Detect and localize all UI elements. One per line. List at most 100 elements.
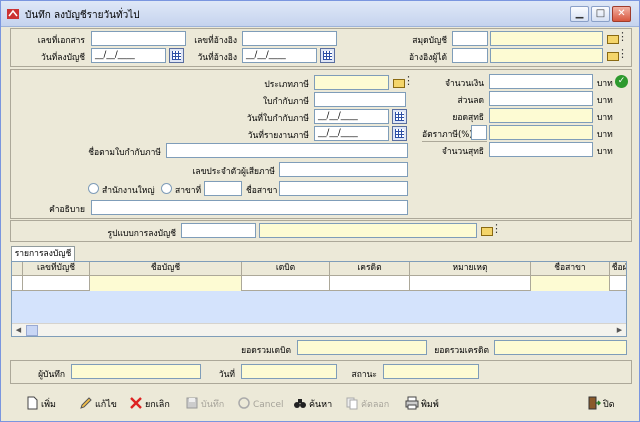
exit-door-icon — [588, 396, 601, 410]
minimize-icon: ▁ — [575, 8, 584, 19]
record-date-label: วันที่ — [218, 370, 235, 380]
cancel-button[interactable]: Cancel — [237, 396, 284, 412]
amount-input[interactable] — [489, 74, 593, 89]
maximize-icon: □ — [595, 8, 606, 19]
edit-button-label: แก้ไข — [95, 400, 117, 410]
cell-remark[interactable] — [410, 276, 531, 291]
posting-format-code-input[interactable] — [181, 223, 256, 238]
table-row[interactable] — [12, 276, 626, 291]
grid-col-account-name[interactable]: ชื่อบัญชี — [90, 262, 242, 276]
save-button-label: บันทึก — [201, 400, 225, 410]
new-document-icon — [27, 396, 38, 410]
copy-icon — [346, 397, 358, 410]
tax-invoice-date-input[interactable]: __/__/____ — [314, 109, 389, 124]
total-credit-label: ยอดรวมเครดิต — [434, 346, 489, 356]
tax-type-lookup-icon[interactable] — [392, 74, 414, 90]
ref-to-lookup-icon[interactable] — [606, 47, 628, 63]
net-total-input — [489, 142, 593, 157]
tax-rate-input[interactable] — [471, 125, 487, 140]
row-selector[interactable] — [12, 276, 23, 291]
cell-account-no[interactable] — [23, 276, 90, 291]
app-icon — [7, 9, 19, 19]
scroll-thumb[interactable] — [26, 325, 38, 336]
ref-no-input[interactable] — [242, 31, 337, 46]
copy-button[interactable]: คัดลอก — [345, 396, 389, 412]
maximize-button[interactable]: □ — [591, 6, 610, 22]
edit-button[interactable]: แก้ไข — [79, 396, 117, 412]
book-name-input — [490, 31, 603, 46]
save-button[interactable]: บันทึก — [185, 396, 224, 412]
grid-col-department[interactable]: ชื่อฝ่าย — [610, 262, 626, 276]
tax-invoice-input[interactable] — [314, 92, 406, 107]
binoculars-icon — [294, 399, 306, 408]
cell-branch-name — [531, 276, 610, 291]
ref-date-input[interactable]: __/__/____ — [242, 48, 317, 63]
undo-icon — [238, 397, 250, 409]
net-unit: บาท — [597, 113, 613, 123]
cell-credit[interactable] — [330, 276, 410, 291]
cancel-document-button[interactable]: ยกเลิก — [129, 396, 170, 412]
branch-name-input[interactable] — [279, 181, 408, 196]
net-label: ยอดสุทธิ — [452, 113, 484, 123]
tax-invoice-date-label: วันที่ใบกำกับภาษี — [246, 114, 309, 124]
book-code-input[interactable] — [452, 31, 488, 46]
discount-input[interactable] — [489, 91, 593, 106]
save-disk-icon — [186, 397, 198, 409]
doc-no-input[interactable] — [91, 31, 186, 46]
ref-date-calendar-icon[interactable] — [320, 48, 335, 63]
tax-invoice-calendar-icon[interactable] — [392, 109, 407, 124]
close-button-label: ปิด — [603, 400, 615, 410]
toolbar: เพิ่ม แก้ไข ยกเลิก บันทึก Cancel ค้นหา ค… — [1, 387, 639, 421]
title-bar: บันทึก ลงบัญชีรายวันทั่วไป ▁ □ ✕ — [1, 1, 639, 27]
status-label: สถานะ — [351, 370, 377, 380]
tax-type-input[interactable] — [314, 75, 389, 90]
window-title: บันทึก ลงบัญชีรายวันทั่วไป — [25, 10, 140, 21]
branch-no-label: สาขาที่ — [175, 186, 202, 196]
tax-report-date-input[interactable]: __/__/____ — [314, 126, 389, 141]
discount-unit: บาท — [597, 96, 613, 106]
branch-no-input[interactable] — [204, 181, 242, 196]
grid-horizontal-scrollbar[interactable]: ◀ ▶ — [12, 323, 626, 336]
description-label: คำอธิบาย — [49, 205, 85, 215]
book-label: สมุดบัญชี — [412, 36, 447, 46]
grid-col-debit[interactable]: เดบิต — [242, 262, 330, 276]
close-window-button[interactable]: ✕ — [612, 6, 631, 22]
check-icon[interactable]: ✓ — [615, 75, 628, 88]
scroll-left-icon[interactable]: ◀ — [13, 325, 24, 336]
grid-col-remark[interactable]: หมายเหตุ — [410, 262, 531, 276]
tax-report-calendar-icon[interactable] — [392, 126, 407, 141]
tab-journal-entries[interactable]: รายการลงบัญชี — [11, 246, 75, 262]
scroll-right-icon[interactable]: ▶ — [614, 325, 625, 336]
grid-col-branch-name[interactable]: ชื่อสาขา — [531, 262, 610, 276]
discount-label: ส่วนลด — [457, 96, 484, 106]
taxpayer-id-input[interactable] — [279, 162, 408, 177]
ref-to-code-input[interactable] — [452, 48, 488, 63]
post-date-input[interactable]: __/__/____ — [91, 48, 166, 63]
minimize-button[interactable]: ▁ — [570, 6, 589, 22]
name-on-invoice-input[interactable] — [166, 143, 408, 158]
new-button-label: เพิ่ม — [41, 400, 56, 410]
branch-name-label: ชื่อสาขา — [246, 186, 278, 196]
description-input[interactable] — [91, 200, 408, 215]
grid-header: เลขที่บัญชี ชื่อบัญชี เดบิต เครดิต หมายเ… — [12, 262, 626, 276]
search-button[interactable]: ค้นหา — [293, 396, 332, 412]
search-button-label: ค้นหา — [309, 400, 333, 410]
posting-format-lookup-icon[interactable] — [480, 222, 502, 238]
close-button[interactable]: ปิด — [587, 396, 615, 412]
net-total-unit: บาท — [597, 147, 613, 157]
print-button[interactable]: พิมพ์ — [405, 396, 439, 412]
book-lookup-icon[interactable] — [606, 30, 628, 46]
amount-label: จำนวนเงิน — [444, 79, 484, 89]
branch-radio[interactable] — [161, 183, 172, 194]
cell-debit[interactable] — [242, 276, 330, 291]
posting-format-label: รูปแบบการลงบัญชี — [107, 229, 176, 239]
ref-to-name-input — [490, 48, 603, 63]
tax-amount-input — [489, 125, 593, 140]
doc-no-label: เลขที่เอกสาร — [37, 36, 85, 46]
grid-col-credit[interactable]: เครดิต — [330, 262, 410, 276]
grid-col-account-no[interactable]: เลขที่บัญชี — [23, 262, 90, 276]
total-debit-label: ยอดรวมเดบิต — [241, 346, 291, 356]
head-office-radio[interactable] — [88, 183, 99, 194]
new-button[interactable]: เพิ่ม — [25, 396, 56, 412]
cell-department[interactable] — [610, 276, 626, 291]
